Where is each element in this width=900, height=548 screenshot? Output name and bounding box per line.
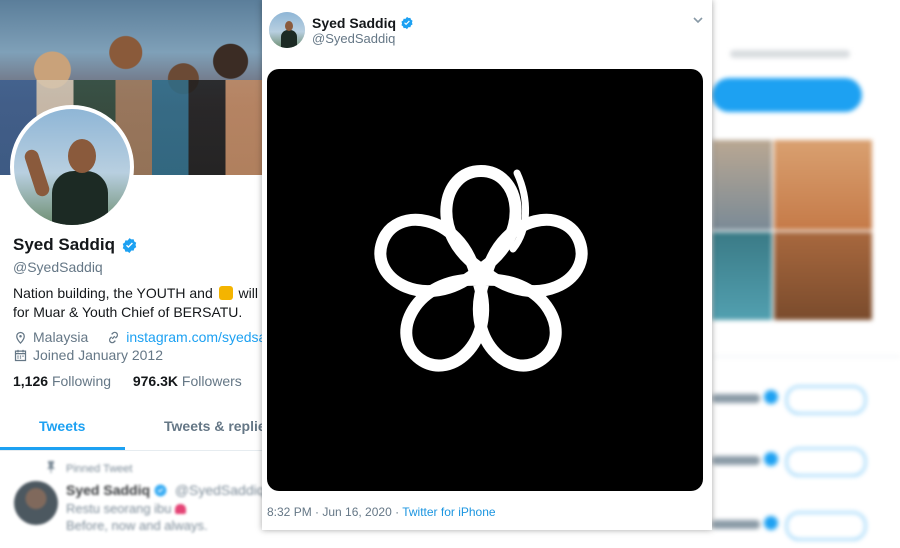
tweet-author-name[interactable]: Syed Saddiq	[312, 15, 414, 31]
sidebar-divider	[712, 356, 900, 357]
profile-handle: @SyedSaddiq	[13, 259, 103, 275]
profile-joined: Joined January 2012	[33, 347, 163, 363]
verified-badge-icon	[401, 16, 413, 30]
who-to-follow-item[interactable]	[712, 382, 900, 422]
profile-location: Malaysia	[33, 329, 89, 345]
sidebar-photo[interactable]	[774, 140, 872, 230]
following-count: 1,126	[13, 373, 49, 389]
followers-count: 976.3K	[132, 373, 179, 389]
sidebar-primary-button[interactable]	[712, 78, 862, 112]
follow-button[interactable]	[786, 386, 866, 414]
tweet-timestamp[interactable]: 8:32 PM · Jun 16, 2020 ·	[267, 505, 399, 519]
pinned-tweet-author: Syed Saddiq @SyedSaddiq ·	[66, 482, 273, 498]
pinned-tweet[interactable]: Pinned Tweet Syed Saddiq @SyedSaddiq · R…	[0, 451, 273, 540]
calendar-icon	[14, 349, 27, 361]
heart-emoji-icon	[174, 504, 186, 514]
pinned-label: Pinned Tweet	[66, 463, 133, 475]
following-label: Following	[51, 373, 112, 389]
verified-badge-icon	[154, 484, 167, 497]
following-link[interactable]: 1,126 Following	[13, 373, 111, 389]
flower-petal	[374, 213, 482, 298]
profile-joined-row: Joined January 2012	[13, 347, 163, 363]
follow-button[interactable]	[786, 448, 866, 476]
pinned-tweet-text-line2: Before, now and always.	[66, 518, 208, 533]
profile-bio: Nation building, the YOUTH and will b fo…	[13, 284, 273, 322]
tweet-author-avatar[interactable]	[269, 12, 305, 48]
sidebar-photo[interactable]	[712, 140, 772, 230]
sidebar-photo[interactable]	[712, 232, 772, 320]
follow-stats: 1,126 Following 976.3K Followers	[13, 373, 242, 389]
profile-website-link[interactable]: instagram.com/syedsadd	[126, 329, 282, 345]
link-icon	[109, 331, 119, 343]
sidebar-photo-grid[interactable]	[712, 140, 872, 320]
bio-line1-a: Nation building, the YOUTH and	[13, 285, 213, 301]
right-sidebar	[712, 0, 900, 540]
pin-icon	[47, 461, 55, 473]
pinned-tweet-text-line1: Restu seorang ibu	[66, 501, 186, 516]
verified-badge-icon	[122, 237, 137, 253]
cat-emoji-icon	[218, 286, 233, 300]
sidebar-text-placeholder	[730, 50, 850, 58]
pinned-tweet-avatar[interactable]	[14, 481, 58, 525]
five-petal-flower-logo-icon	[374, 165, 588, 372]
profile-name-text: Syed Saddiq	[13, 235, 116, 254]
verified-badge-icon	[764, 516, 778, 530]
profile-name: Syed Saddiq	[13, 235, 138, 255]
verified-badge-icon	[764, 390, 778, 404]
tweet-card[interactable]: Syed Saddiq @SyedSaddiq 8:32 PM · Jun 16…	[262, 0, 712, 530]
tweet-author-name-text: Syed Saddiq	[312, 15, 397, 31]
chevron-down-icon[interactable]	[692, 14, 704, 26]
profile-avatar[interactable]	[10, 105, 134, 229]
tweet-footer: 8:32 PM · Jun 16, 2020 · Twitter for iPh…	[267, 505, 496, 519]
tweet-author-handle[interactable]: @SyedSaddiq	[312, 31, 395, 46]
tab-tweets[interactable]: Tweets	[39, 418, 85, 434]
tweet-source-link[interactable]: Twitter for iPhone	[402, 505, 495, 519]
pinned-author-handle: @SyedSaddiq ·	[174, 482, 274, 498]
tweet-media[interactable]	[267, 69, 703, 491]
followers-label: Followers	[181, 373, 242, 389]
who-to-follow-item[interactable]	[712, 508, 900, 548]
who-to-follow-item[interactable]	[712, 444, 900, 484]
location-pin-icon	[16, 331, 25, 344]
sidebar-photo[interactable]	[774, 232, 872, 320]
followers-link[interactable]: 976.3K Followers	[133, 373, 242, 389]
pinned-author-name: Syed Saddiq	[66, 482, 151, 498]
pinned-text-line1: Restu seorang ibu	[66, 501, 172, 516]
flower-petal	[440, 165, 522, 275]
bio-line2: for Muar & Youth Chief of BERSATU.	[13, 304, 243, 320]
verified-badge-icon	[764, 452, 778, 466]
tab-tweets-and-replies[interactable]: Tweets & replie	[164, 418, 266, 434]
follow-button[interactable]	[786, 512, 866, 540]
profile-meta-row: Malaysia instagram.com/syedsadd	[13, 329, 282, 345]
